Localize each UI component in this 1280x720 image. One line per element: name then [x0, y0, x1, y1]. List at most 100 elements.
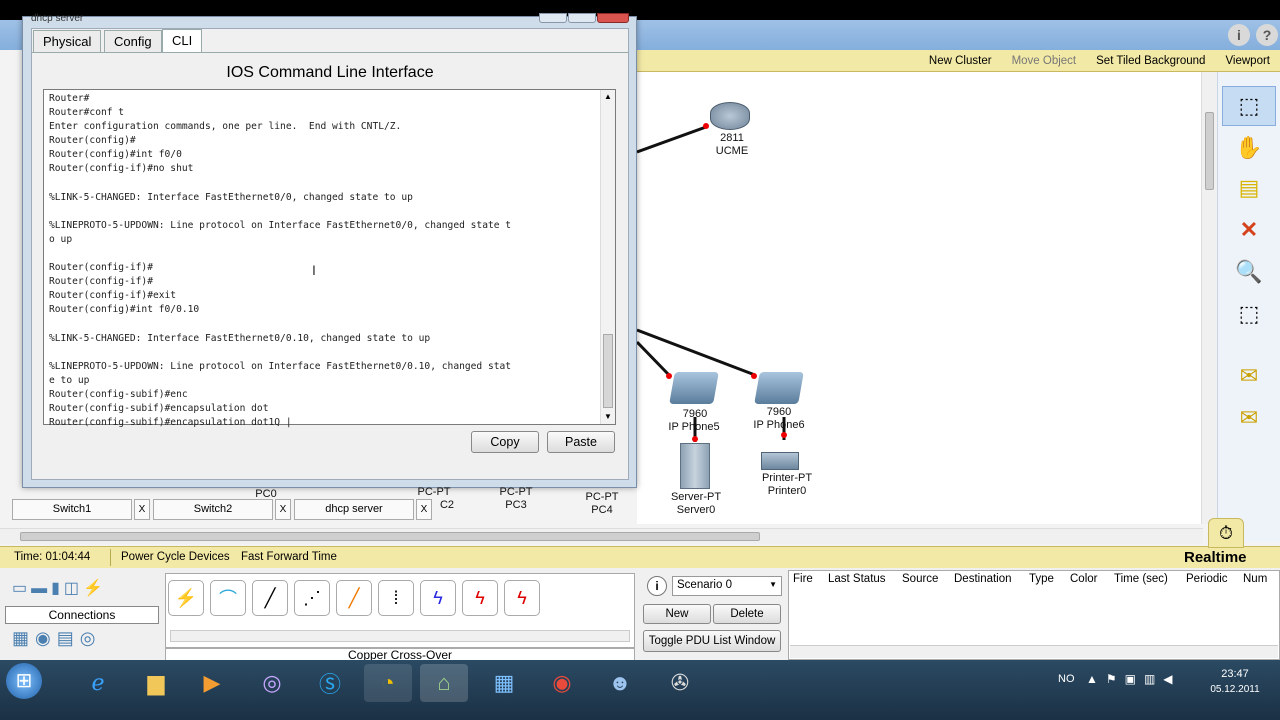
tray-time[interactable]: 23:47 — [1200, 668, 1270, 680]
workspace-horizontal-scrollbar[interactable] — [0, 528, 1203, 544]
printer-name: Printer0 — [767, 485, 807, 497]
close-tab-switch2[interactable]: X — [275, 499, 291, 520]
set-tiled-background-button[interactable]: Set Tiled Background — [1086, 55, 1215, 67]
add-simple-pdu-icon[interactable]: ✉ — [1222, 356, 1276, 396]
window-tab-switch2[interactable]: Switch2 — [153, 499, 273, 520]
chevron-down-icon: ▼ — [769, 580, 777, 589]
power-cycle-button[interactable]: Power Cycle Devices — [121, 551, 230, 563]
pc4-type: PC-PT — [585, 491, 619, 503]
server-type: Server-PT — [670, 491, 722, 503]
close-tab-dhcp-server[interactable]: X — [416, 499, 432, 520]
tab-divider — [31, 52, 629, 53]
resize-shape-icon[interactable]: ⬚ — [1222, 294, 1276, 334]
terminal-line: Router(config)#int f0/0 — [49, 149, 182, 161]
film-reel-icon[interactable]: ✇ — [656, 664, 704, 702]
workspace-vertical-scrollbar[interactable] — [1201, 72, 1217, 524]
viewport-button[interactable]: Viewport — [1215, 55, 1280, 67]
scroll-down-icon[interactable]: ▼ — [601, 410, 615, 424]
console-cable-icon[interactable]: ⌒ — [210, 580, 246, 616]
fast-forward-button[interactable]: Fast Forward Time — [241, 551, 337, 563]
tray-icons[interactable]: ▲⚑▣▥◀ — [1086, 672, 1181, 686]
copy-button[interactable]: Copy — [471, 431, 539, 453]
maximize-button[interactable] — [568, 13, 596, 23]
coaxial-icon[interactable]: ϟ — [420, 580, 456, 616]
media-player-icon[interactable]: ▶ — [188, 664, 236, 702]
delete-scenario-button[interactable]: Delete — [713, 604, 781, 624]
tab-physical[interactable]: Physical — [33, 30, 102, 52]
question-icon[interactable]: ? — [1256, 24, 1278, 46]
paste-button[interactable]: Paste — [547, 431, 615, 453]
toggle-pdu-list-button[interactable]: Toggle PDU List Window — [643, 630, 781, 652]
delete-icon[interactable]: ✕ — [1222, 210, 1276, 250]
device-type-icons[interactable]: ▦◉▤◎ — [12, 628, 101, 649]
move-hand-icon[interactable]: ✋ — [1222, 128, 1276, 168]
server-icon[interactable] — [680, 443, 710, 489]
window-tab-dhcp-server[interactable]: dhcp server — [294, 499, 414, 520]
terminal-line: Router#conf t — [49, 107, 125, 119]
internet-explorer-icon[interactable]: ℯ — [74, 664, 122, 702]
close-button[interactable] — [597, 13, 629, 23]
app-spiral-icon[interactable]: ◎ — [248, 664, 296, 702]
phone5-name: IP Phone5 — [668, 421, 720, 433]
scenario-select[interactable]: Scenario 0 ▼ — [672, 576, 782, 596]
info-icon[interactable]: i — [647, 576, 667, 596]
terminal-line: Router(config-if)# — [49, 262, 153, 274]
new-scenario-button[interactable]: New — [643, 604, 711, 624]
serial-dte-icon[interactable]: ϟ — [504, 580, 540, 616]
pdu-col-source: Source — [902, 573, 939, 585]
phone6-name: IP Phone6 — [753, 419, 805, 431]
input-language[interactable]: NO — [1058, 673, 1075, 685]
pdu-col-num: Num — [1243, 573, 1268, 585]
connection-scrollbar[interactable] — [170, 630, 630, 642]
note-icon[interactable]: ▤ — [1222, 168, 1276, 208]
terminal-line: Router(config-if)#no shut — [49, 163, 194, 175]
window-tab-switch1[interactable]: Switch1 — [12, 499, 132, 520]
terminal-scrollbar[interactable]: ▲ ▼ — [600, 90, 615, 424]
router-icon[interactable] — [710, 102, 750, 130]
cli-terminal[interactable]: Router# Router#conf t Enter configuration … — [43, 89, 616, 428]
terminal-scroll-thumb[interactable] — [603, 334, 613, 408]
fiber-icon[interactable]: ╱ — [336, 580, 372, 616]
inspect-magnifier-icon[interactable]: 🔍 — [1222, 252, 1276, 292]
copper-straight-icon[interactable]: ╱ — [252, 580, 288, 616]
dialog-title: dhcp server — [31, 13, 84, 24]
help-icon[interactable]: i — [1228, 24, 1250, 46]
chrome-icon[interactable]: ◉ — [538, 664, 586, 702]
phone-cable-icon[interactable]: ⁞ — [378, 580, 414, 616]
minimize-button[interactable] — [539, 13, 567, 23]
logical-workspace[interactable]: 2811 UCME 7960 IP Phone5 7960 IP Phone6 … — [637, 72, 1203, 524]
scroll-up-icon[interactable]: ▲ — [601, 90, 615, 104]
tab-cli[interactable]: CLI — [162, 29, 203, 53]
pdu-scrollbar[interactable] — [790, 645, 1278, 658]
serial-dce-icon[interactable]: ϟ — [462, 580, 498, 616]
realtime-clock-icon[interactable]: ⏱ — [1208, 518, 1244, 548]
auto-connection-icon[interactable]: ⚡ — [168, 580, 204, 616]
packet-tracer-icon[interactable]: ⌂ — [420, 664, 468, 702]
pdu-col-fire: Fire — [793, 573, 813, 585]
pdu-col-type: Type — [1029, 573, 1054, 585]
tray-date[interactable]: 05.12.2011 — [1200, 684, 1270, 695]
users-icon[interactable]: ☻ — [596, 664, 644, 702]
explorer-folder-icon[interactable]: ▆ — [132, 664, 180, 702]
start-button[interactable]: ⊞ — [6, 663, 42, 699]
copper-cross-over-icon[interactable]: ⋰ — [294, 580, 330, 616]
close-tab-switch1[interactable]: X — [134, 499, 150, 520]
recorder-icon[interactable]: ◔ — [364, 664, 412, 702]
realtime-mode-label: Realtime — [1184, 549, 1247, 566]
ip-phone-icon[interactable] — [754, 372, 804, 404]
move-object-button[interactable]: Move Object — [1002, 55, 1087, 67]
pdu-col-color: Color — [1070, 573, 1098, 585]
printer-icon[interactable] — [761, 452, 799, 470]
skype-icon[interactable]: Ⓢ — [306, 664, 354, 702]
ip-phone-icon[interactable] — [669, 372, 719, 404]
new-cluster-button[interactable]: New Cluster — [919, 55, 1002, 67]
tab-config[interactable]: Config — [104, 30, 162, 52]
select-tool-icon[interactable]: ⬚ — [1222, 86, 1276, 126]
device-category-icons[interactable]: ▭▬▮◫⚡ — [12, 578, 107, 598]
add-complex-pdu-icon[interactable]: ✉ — [1222, 398, 1276, 438]
network-app-icon[interactable]: ▦ — [480, 664, 528, 702]
